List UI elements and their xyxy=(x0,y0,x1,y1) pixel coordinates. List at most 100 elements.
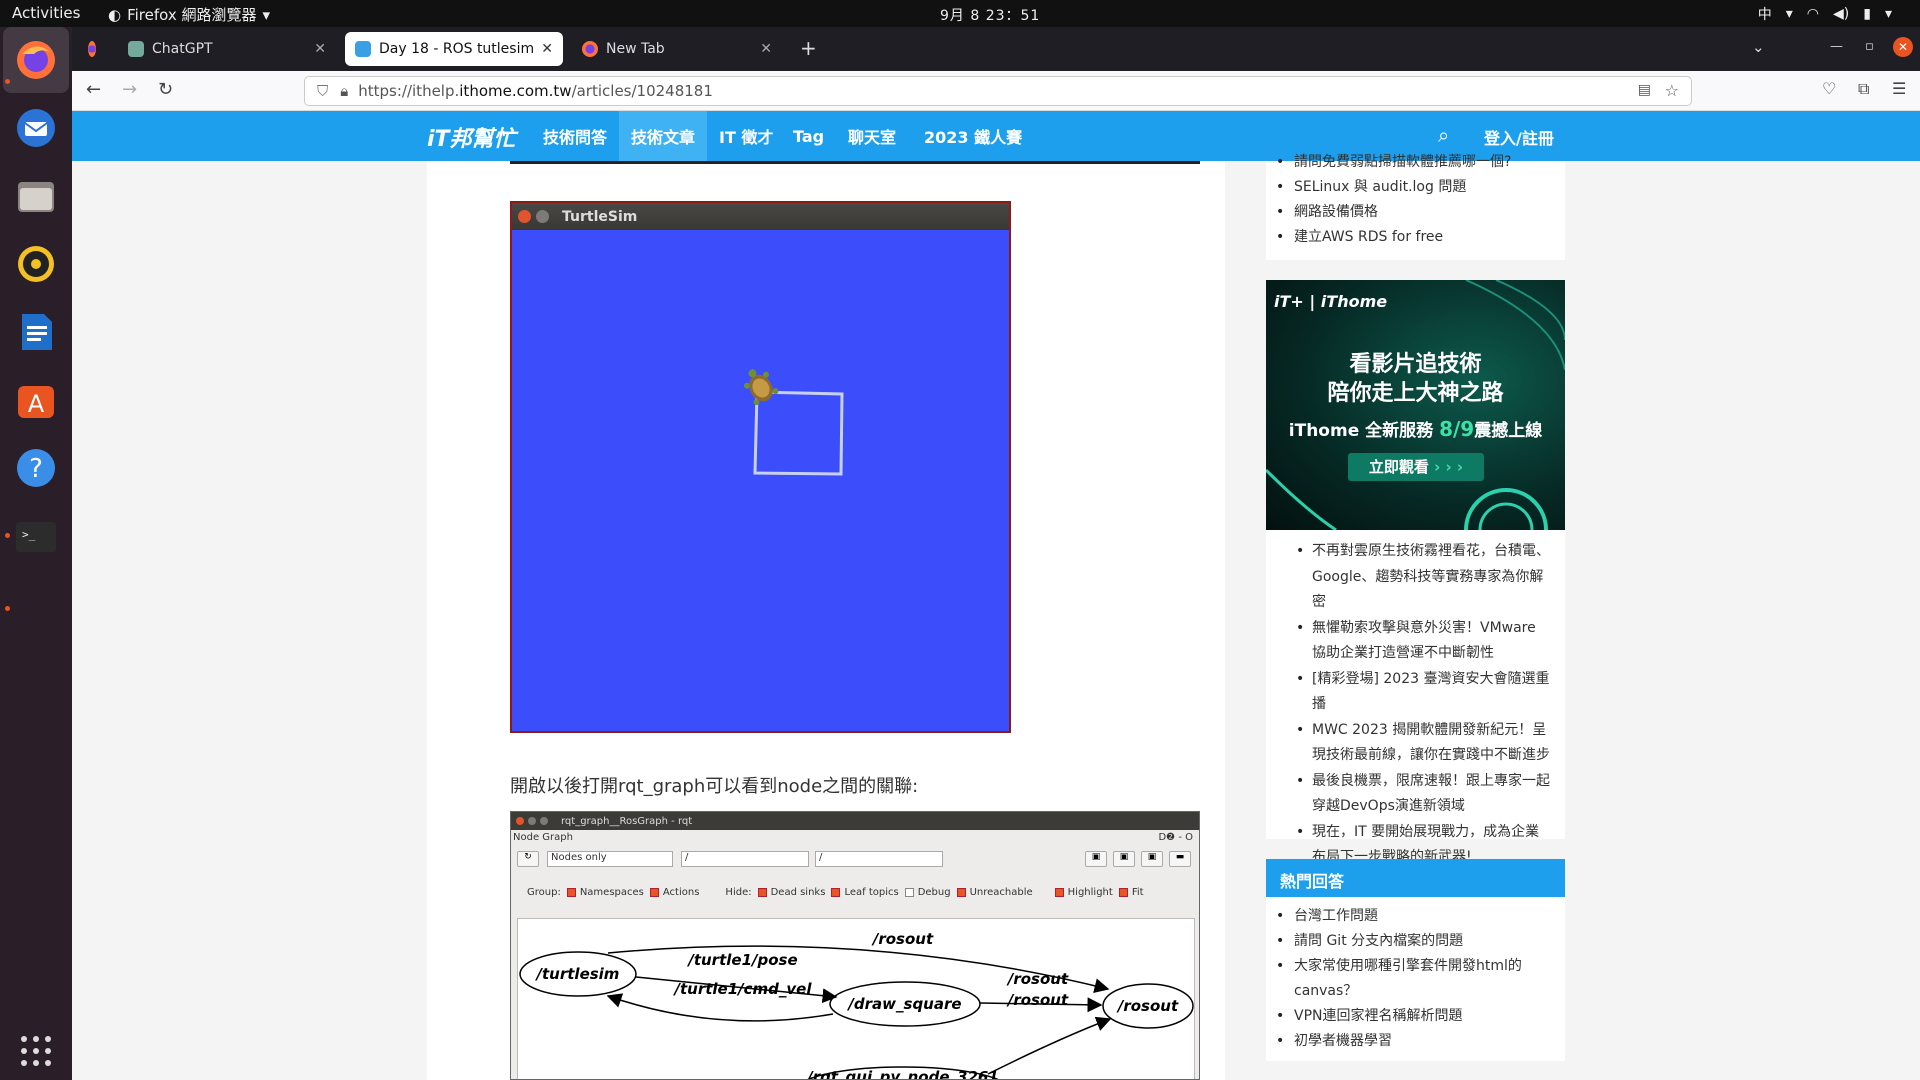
firefox-icon[interactable] xyxy=(12,36,60,84)
rqt-title: rqt_graph__RosGraph - rqt xyxy=(561,815,693,827)
activities-button[interactable]: Activities xyxy=(12,4,80,22)
news-item[interactable]: 不再對雲原生技術霧裡看花，台積電、Google、趨勢科技等實務專家為你解密 xyxy=(1266,539,1553,616)
open-icon: ▣ xyxy=(1085,851,1107,867)
login-link[interactable]: 登入/註冊 xyxy=(1484,125,1554,149)
news-item[interactable]: [精彩登場] 2023 臺灣資安大會隨選重播 xyxy=(1266,667,1553,718)
url-host: ithome.com.tw xyxy=(459,82,572,100)
reload-icon[interactable]: ↻ xyxy=(158,79,173,100)
app-center-icon[interactable]: A xyxy=(12,376,60,424)
fit-option: Fit xyxy=(1118,887,1144,898)
filter-input-1: / xyxy=(681,851,809,867)
tab-new-tab[interactable]: New Tab ✕ xyxy=(572,32,782,66)
extensions-icon[interactable]: ⧉ xyxy=(1858,79,1869,99)
window-close-icon[interactable]: ✕ xyxy=(1893,37,1913,57)
close-icon[interactable]: ✕ xyxy=(760,41,772,57)
close-icon[interactable]: ✕ xyxy=(541,41,553,57)
menu-tech-qa[interactable]: 技術問答 xyxy=(531,111,619,161)
rqt-titlebar: rqt_graph__RosGraph - rqt xyxy=(511,812,1199,830)
back-arrow-icon[interactable]: ← xyxy=(86,79,101,100)
debug-option: Debug xyxy=(904,887,951,898)
site-logo[interactable]: iT邦幫忙 xyxy=(427,121,516,153)
ad-banner[interactable]: iT+ | iThome 看影片追技術 陪你走上大神之路 iThome 全新服務… xyxy=(1266,280,1565,530)
terminal-icon[interactable]: >_ xyxy=(12,512,60,560)
minimize-icon xyxy=(536,210,549,223)
menu-ironman[interactable]: 2023 鐵人賽 xyxy=(912,111,1034,161)
list-item[interactable]: 網路設備價格 xyxy=(1266,200,1565,225)
list-item[interactable]: 初學者機器學習 xyxy=(1266,1029,1545,1054)
site-header: iT邦幫忙 技術問答 技術文章 IT 徵才 Tag 聊天室 2023 鐵人賽 ⌕… xyxy=(72,111,1920,161)
article-paragraph: 開啟以後打開rqt_graph可以看到node之間的關聯: xyxy=(510,776,919,797)
list-item[interactable]: 台灣工作問題 xyxy=(1266,904,1545,929)
close-icon[interactable]: ✕ xyxy=(314,41,326,57)
show-apps-icon[interactable] xyxy=(12,1027,60,1075)
tab-label: New Tab xyxy=(606,41,665,57)
news-item[interactable]: 無懼勒索攻擊與意外災害！VMware 協助企業打造營運不中斷韌性 xyxy=(1266,616,1553,667)
hide-label: Hide: xyxy=(725,887,752,898)
latest-questions-card: 請問免費弱點掃描軟體推薦哪一個? SELinux 與 audit.log 問題 … xyxy=(1266,150,1565,260)
shield-icon[interactable]: ⛉ xyxy=(317,82,328,100)
clock[interactable]: 9月 8 23：51 xyxy=(940,5,1040,25)
files-icon[interactable] xyxy=(12,172,60,220)
turtlesim-title: TurtleSim xyxy=(562,208,638,225)
new-tab-plus-icon[interactable]: + xyxy=(800,36,817,60)
restore-icon[interactable]: ▫ xyxy=(1865,39,1874,54)
menu-chatroom[interactable]: 聊天室 xyxy=(836,111,908,161)
news-item[interactable]: 最後良機票，限席速報！跟上專家一起穿越DevOps演進新領域 xyxy=(1266,769,1553,820)
rqt-graph-screenshot: rqt_graph__RosGraph - rqt Node Graph D❷ … xyxy=(510,811,1200,1080)
list-item[interactable]: 大家常使用哪種引擎套件開發html的canvas？ xyxy=(1266,954,1545,1004)
menu-it-jobs[interactable]: IT 徵才 xyxy=(707,111,785,161)
graph-edge-label: /rosout xyxy=(1006,970,1069,988)
turtlesim-titlebar: TurtleSim xyxy=(512,203,1009,230)
namespaces-option: Namespaces xyxy=(566,887,644,898)
help-icon[interactable]: ? xyxy=(12,444,60,492)
tab-chatgpt[interactable]: ChatGPT ✕ xyxy=(118,32,336,66)
graph-edge xyxy=(987,1016,1112,1075)
graph-node-label: /turtlesim xyxy=(535,965,620,983)
app-menu[interactable]: ◐ Firefox 網路瀏覽器 ▾ xyxy=(108,4,270,25)
list-item[interactable]: 請問 Git 分支內檔案的問題 xyxy=(1266,929,1545,954)
graph-node-label: /rosout xyxy=(1116,997,1179,1015)
menu-tech-articles[interactable]: 技術文章 xyxy=(619,111,708,161)
actions-option: Actions xyxy=(649,887,699,898)
search-icon[interactable]: ⌕ xyxy=(1438,123,1449,147)
url-bar[interactable]: ⛉ 🔒︎ https://ithelp. ithome.com.tw/articl… xyxy=(304,76,1692,106)
writer-icon[interactable] xyxy=(12,308,60,356)
running-indicator xyxy=(5,606,10,611)
news-item[interactable]: MWC 2023 揭開軟體開發新紀元！呈現技術最前線，讓你在實踐中不斷進步 xyxy=(1266,718,1553,769)
graph-edge-label: /rosout xyxy=(1006,991,1069,1009)
lock-icon[interactable]: 🔒︎ xyxy=(340,82,348,100)
menu-tag[interactable]: Tag xyxy=(781,111,836,161)
ros-graph-canvas: /turtlesim /draw_square /rosout /rqt_gui… xyxy=(517,918,1195,1079)
tab-day18[interactable]: Day 18 - ROS tutlesim - iT ✕ xyxy=(345,32,563,66)
list-item[interactable]: 建立AWS RDS for free xyxy=(1266,225,1565,250)
ithome-favicon-icon xyxy=(355,41,371,57)
running-indicator xyxy=(5,79,10,84)
list-tabs-chevron-icon[interactable]: ⌄ xyxy=(1752,38,1765,56)
input-method-indicator[interactable]: 中 xyxy=(1758,4,1772,24)
ad-line2: 陪你走上大神之路 xyxy=(1327,381,1504,406)
leaf-topics-option: Leaf topics xyxy=(831,887,899,898)
save-icon: ▣ xyxy=(1113,851,1135,867)
tab-label: Day 18 - ROS tutlesim - iT xyxy=(379,41,539,57)
article-body: TurtleSim 開啟以後打開rqt_graph可以看到node之間的關聯: … xyxy=(427,161,1225,1080)
close-icon xyxy=(516,817,524,825)
wifi-icon: ◠ xyxy=(1806,6,1820,22)
rhythmbox-icon[interactable] xyxy=(12,240,60,288)
pinned-tab[interactable] xyxy=(78,32,114,66)
minimize-icon[interactable]: — xyxy=(1830,39,1843,54)
dock: A ? >_ xyxy=(0,27,72,1080)
ad-cta-button[interactable]: 立即觀看 › › › xyxy=(1348,453,1484,481)
pocket-icon[interactable]: ♡ xyxy=(1822,79,1836,98)
hamburger-menu-icon[interactable]: ☰ xyxy=(1892,79,1906,98)
screenshot-icon: ▬ xyxy=(1169,851,1191,867)
forward-arrow-icon[interactable]: → xyxy=(122,79,137,100)
list-item[interactable]: SELinux 與 audit.log 問題 xyxy=(1266,175,1565,200)
system-tray[interactable]: 中 ▾ ◠ ◀) ▮ ▾ xyxy=(1758,4,1892,24)
list-item[interactable]: VPN連回家裡名稱解析問題 xyxy=(1266,1004,1545,1029)
thunderbird-icon[interactable] xyxy=(12,104,60,152)
hot-answers-card: 台灣工作問題 請問 Git 分支內檔案的問題 大家常使用哪種引擎套件開發html… xyxy=(1266,897,1565,1061)
volume-icon: ◀) xyxy=(1833,6,1850,22)
bookmark-star-icon[interactable]: ☆ xyxy=(1665,81,1679,100)
reader-view-icon[interactable]: ▤ xyxy=(1638,82,1651,98)
list-item[interactable]: 請問免費弱點掃描軟體推薦哪一個? xyxy=(1266,150,1565,175)
